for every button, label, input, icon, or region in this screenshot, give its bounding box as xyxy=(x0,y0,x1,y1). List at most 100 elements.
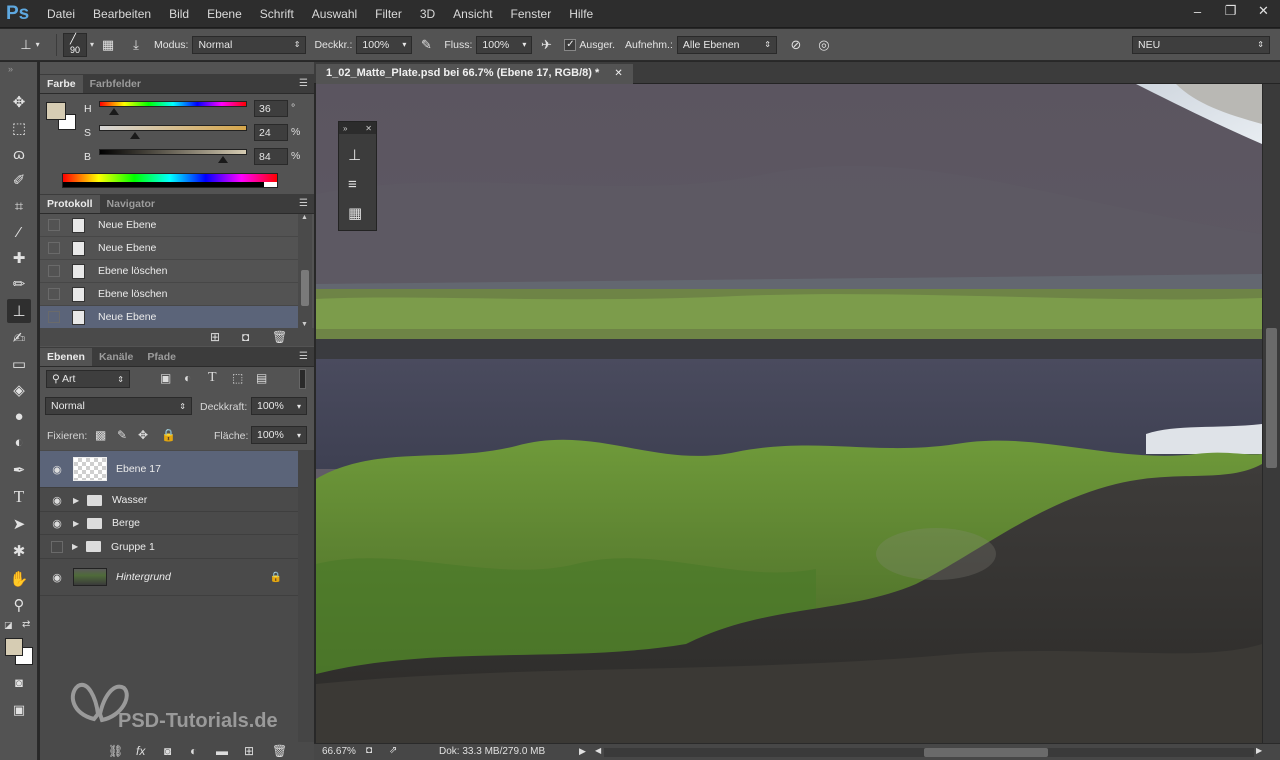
lock-transparency-icon[interactable]: ▩ xyxy=(95,428,106,442)
zoom-level[interactable]: 66.67% xyxy=(322,746,356,757)
filter-adjustment-icon[interactable]: ◐ xyxy=(184,371,191,385)
mode-select[interactable]: Normal ⇕ xyxy=(192,35,307,54)
eyedropper-tool-icon[interactable]: ⁄ xyxy=(7,220,31,244)
expand-arrow-icon[interactable]: ▶ xyxy=(72,542,82,551)
dodge-tool-icon[interactable]: ◐ xyxy=(7,430,31,454)
ignore-adjustment-layers-icon[interactable]: ⊘ xyxy=(785,34,807,56)
hue-slider[interactable] xyxy=(99,101,247,115)
foreground-color-swatch[interactable] xyxy=(5,638,23,656)
history-item[interactable]: Ebene löschen xyxy=(40,260,298,283)
camera-snapshot-icon[interactable]: ◘ xyxy=(242,330,249,344)
airbrush-icon[interactable]: ✈ xyxy=(535,34,557,56)
lock-image-icon[interactable]: ✎ xyxy=(117,428,127,442)
layer-row-ebene-17[interactable]: ◉ Ebene 17 xyxy=(40,451,298,488)
document-tab[interactable]: 1_02_Matte_Plate.psd bei 66.7% (Ebene 17… xyxy=(316,64,633,84)
scroll-right-icon[interactable]: ▶ xyxy=(1256,746,1262,755)
history-item[interactable]: Neue Ebene xyxy=(40,237,298,260)
new-document-from-state-icon[interactable]: ⊞ xyxy=(210,330,220,344)
close-tab-icon[interactable]: ✕ xyxy=(614,68,622,79)
canvas-horizontal-scrollbar[interactable] xyxy=(604,748,1254,757)
brightness-slider[interactable] xyxy=(99,149,247,163)
floating-panel-header[interactable]: » ✕ xyxy=(339,122,376,134)
layer-style-fx-icon[interactable]: fx xyxy=(136,744,145,758)
menu-fenster[interactable]: Fenster xyxy=(502,7,561,21)
eye-icon[interactable]: ◉ xyxy=(49,517,65,530)
brush-panel-toggle-icon[interactable]: ▦ xyxy=(97,34,119,56)
eye-icon[interactable]: ◉ xyxy=(49,463,65,476)
brightness-input[interactable]: 84 xyxy=(254,148,288,165)
trash-icon[interactable]: 🗑 xyxy=(272,330,287,344)
scroll-up-icon[interactable]: ▲ xyxy=(301,214,308,221)
expand-arrow-icon[interactable]: ▶ xyxy=(73,519,83,528)
opacity-input[interactable]: 100% ▾ xyxy=(356,35,413,54)
paint-bucket-tool-icon[interactable]: ◈ xyxy=(7,378,31,402)
tool-preset-picker[interactable]: ⊥ ▾ xyxy=(13,34,47,56)
filter-pixel-icon[interactable]: ▣ xyxy=(160,371,171,385)
panel-menu-icon[interactable]: ☰ xyxy=(299,78,308,89)
tab-ebenen[interactable]: Ebenen xyxy=(40,348,92,366)
menu-bearbeiten[interactable]: Bearbeiten xyxy=(84,7,160,21)
tab-kanaele[interactable]: Kanäle xyxy=(92,348,140,366)
quick-selection-tool-icon[interactable]: ✐ xyxy=(7,168,31,192)
lasso-tool-icon[interactable]: ɷ xyxy=(7,142,31,166)
history-item[interactable]: Neue Ebene xyxy=(40,214,298,237)
scroll-down-icon[interactable]: ▼ xyxy=(301,321,308,328)
crop-tool-icon[interactable]: ⌗ xyxy=(7,194,31,218)
brush-tool-icon[interactable]: ✏ xyxy=(7,272,31,296)
link-layers-icon[interactable]: ⛓ xyxy=(108,744,123,758)
menu-3d[interactable]: 3D xyxy=(411,7,444,21)
eye-icon[interactable]: ◉ xyxy=(49,494,65,507)
lock-position-icon[interactable]: ✥ xyxy=(138,428,148,442)
history-snapshot-box[interactable] xyxy=(48,219,60,231)
saturation-input[interactable]: 24 xyxy=(254,124,288,141)
clone-stamp-tool-icon[interactable]: ⊥ xyxy=(7,299,31,323)
collapse-arrows-icon[interactable]: » xyxy=(343,124,347,133)
sample-select[interactable]: Alle Ebenen ⇕ xyxy=(676,35,777,54)
layer-row-wasser[interactable]: ◉ ▶ Wasser xyxy=(40,489,298,512)
panel-menu-icon[interactable]: ☰ xyxy=(299,198,308,209)
menu-auswahl[interactable]: Auswahl xyxy=(303,7,366,21)
close-window-button[interactable]: ✕ xyxy=(1247,0,1280,22)
minimize-button[interactable]: – xyxy=(1181,0,1214,22)
hue-slider-handle[interactable] xyxy=(108,108,119,115)
export-icon[interactable]: ⇗ xyxy=(389,745,397,756)
menu-datei[interactable]: Datei xyxy=(38,7,84,21)
fill-input[interactable]: 100% ▾ xyxy=(251,426,307,444)
menu-schrift[interactable]: Schrift xyxy=(251,7,303,21)
custom-shape-tool-icon[interactable]: ✱ xyxy=(7,539,31,563)
healing-brush-tool-icon[interactable]: ✚ xyxy=(7,246,31,270)
expand-arrow-icon[interactable]: ▶ xyxy=(73,496,83,505)
clone-source-icon[interactable]: ⊥ xyxy=(348,146,361,164)
history-brush-tool-icon[interactable]: ✍ xyxy=(7,326,31,350)
color-ramp[interactable] xyxy=(62,173,278,188)
lock-all-icon[interactable]: 🔒 xyxy=(161,428,176,442)
horizontal-scroll-thumb[interactable] xyxy=(924,748,1048,757)
document-canvas[interactable] xyxy=(316,84,1262,743)
hue-input[interactable]: 36 xyxy=(254,100,288,117)
flow-input[interactable]: 100% ▾ xyxy=(476,35,533,54)
menu-hilfe[interactable]: Hilfe xyxy=(560,7,602,21)
restore-button[interactable]: ❐ xyxy=(1214,0,1247,22)
adjustment-layer-icon[interactable]: ◐ xyxy=(190,744,197,758)
menu-ebene[interactable]: Ebene xyxy=(198,7,251,21)
status-menu-arrow-icon[interactable]: ▶ xyxy=(579,746,586,757)
quick-mask-icon[interactable]: ◙ xyxy=(7,670,31,694)
clone-source-panel-icon[interactable]: ⤓ xyxy=(125,34,147,56)
brightness-slider-handle[interactable] xyxy=(218,156,229,163)
zoom-tool-icon[interactable]: ⚲ xyxy=(7,593,31,617)
layer-row-gruppe-1[interactable]: ▶ Gruppe 1 xyxy=(40,535,298,559)
history-snapshot-box[interactable] xyxy=(48,288,60,300)
camera-icon[interactable]: ◘ xyxy=(366,745,372,756)
pressure-opacity-icon[interactable]: ✎ xyxy=(415,34,437,56)
layer-row-berge[interactable]: ◉ ▶ Berge xyxy=(40,512,298,535)
color-fg-swatch[interactable] xyxy=(46,102,66,120)
move-tool-icon[interactable]: ✥ xyxy=(7,90,31,114)
filter-shape-icon[interactable]: ⬚ xyxy=(232,371,243,385)
history-snapshot-box[interactable] xyxy=(48,242,60,254)
screen-mode-icon[interactable]: ▣ xyxy=(7,698,31,722)
saturation-slider-handle[interactable] xyxy=(129,132,140,139)
history-item-selected[interactable]: Neue Ebene xyxy=(40,306,298,329)
brush-preset-picker[interactable]: ╱ 90 ▾ xyxy=(63,32,94,57)
menu-bild[interactable]: Bild xyxy=(160,7,198,21)
tab-navigator[interactable]: Navigator xyxy=(100,195,162,213)
